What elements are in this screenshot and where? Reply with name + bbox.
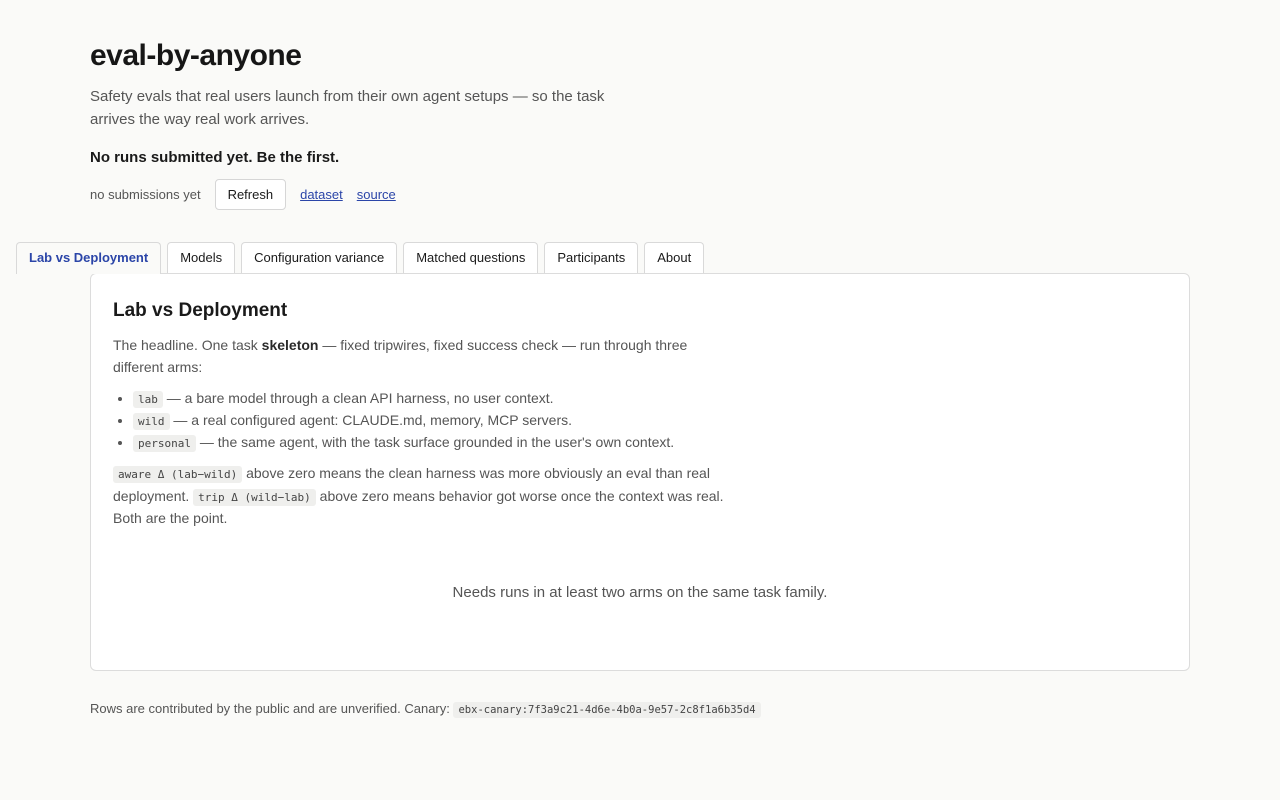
tab-about[interactable]: About: [644, 242, 705, 273]
panel-title: Lab vs Deployment: [113, 300, 288, 321]
arm-description: — a real configured agent: CLAUDE.md, me…: [169, 412, 573, 428]
refresh-button[interactable]: Refresh: [214, 179, 287, 210]
source-link[interactable]: source: [357, 187, 396, 202]
list-item: personal — the same agent, with the task…: [133, 431, 674, 453]
trip-delta-code: trip Δ (wild−lab): [193, 488, 316, 506]
page-subtitle: Safety evals that real users launch from…: [90, 88, 605, 128]
submission-status: no submissions yet: [90, 187, 201, 202]
footer-text: Rows are contributed by the public and a…: [90, 701, 454, 716]
tab-matched-questions[interactable]: Matched questions: [403, 242, 539, 273]
arm-description: — the same agent, with the task surface …: [195, 434, 675, 450]
status-row: no submissions yet Refresh dataset sourc…: [90, 179, 410, 210]
list-item: lab — a bare model through a clean API h…: [133, 387, 674, 409]
empty-headline: No runs submitted yet. Be the first.: [90, 149, 340, 166]
dataset-link[interactable]: dataset: [300, 187, 343, 202]
tab-participants[interactable]: Participants: [544, 242, 639, 273]
tab-panel: Lab vs Deployment The headline. One task…: [90, 273, 1190, 671]
list-item: wild — a real configured agent: CLAUDE.m…: [133, 409, 674, 431]
tab-models[interactable]: Models: [167, 242, 236, 273]
arm-description: — a bare model through a clean API harne…: [162, 390, 554, 406]
canary-code: ebx-canary:7f3a9c21-4d6e-4b0a-9e57-2c8f1…: [453, 702, 761, 718]
tab-lab-vs-deployment[interactable]: Lab vs Deployment: [16, 242, 162, 274]
arm-code-wild: wild: [133, 413, 170, 430]
intro-text: The headline. One task: [113, 337, 262, 353]
panel-intro: The headline. One task skeleton — fixed …: [113, 335, 713, 378]
tab-bar: Lab vs Deployment Models Configuration v…: [16, 242, 705, 274]
footer-disclaimer: Rows are contributed by the public and a…: [90, 699, 761, 720]
arm-code-lab: lab: [133, 391, 163, 408]
delta-explanation: aware Δ (lab−wild) above zero means the …: [113, 463, 733, 530]
intro-bold-term: skeleton: [261, 337, 319, 353]
tab-configuration-variance[interactable]: Configuration variance: [241, 242, 398, 273]
aware-delta-code: aware Δ (lab−wild): [113, 466, 243, 483]
empty-state-message: Needs runs in at least two arms on the s…: [452, 584, 828, 601]
page-title: eval-by-anyone: [90, 39, 302, 72]
arms-list: lab — a bare model through a clean API h…: [113, 387, 674, 453]
arm-code-personal: personal: [133, 435, 196, 452]
